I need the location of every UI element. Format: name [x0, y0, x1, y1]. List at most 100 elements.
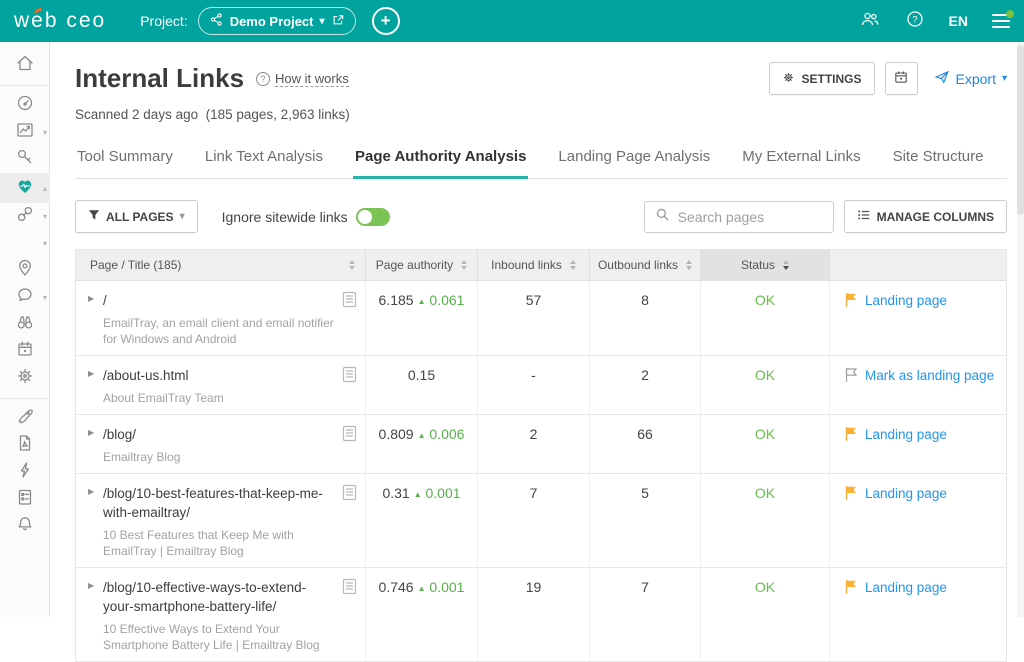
- menu-icon[interactable]: [992, 14, 1010, 28]
- sidebar-item-pdf-report[interactable]: [0, 432, 50, 459]
- sidebar-item-bell[interactable]: [0, 513, 50, 540]
- tab-site-structure[interactable]: Site Structure: [891, 142, 986, 178]
- document-icon[interactable]: [342, 291, 357, 347]
- funnel-icon: [88, 209, 100, 224]
- sort-icon[interactable]: [783, 260, 789, 270]
- vertical-scrollbar[interactable]: [1017, 42, 1024, 617]
- page-title-text: 10 Effective Ways to Extend Your Smartph…: [103, 621, 334, 653]
- scan-summary: Scanned 2 days ago (185 pages, 2,963 lin…: [75, 107, 1007, 122]
- schedule-button[interactable]: [885, 62, 918, 95]
- sidebar-item-local-pin[interactable]: [0, 257, 50, 284]
- expand-row-icon[interactable]: ▶: [88, 291, 103, 347]
- page-title-text: 10 Best Features that Keep Me with Email…: [103, 527, 334, 559]
- sidebar-item-links-chain[interactable]: ▾: [0, 203, 50, 230]
- landing-page-action[interactable]: Mark as landing page: [865, 367, 994, 384]
- export-button[interactable]: Export ▾: [934, 69, 1008, 88]
- sidebar-item-rankings-chart[interactable]: ▾: [0, 119, 50, 146]
- ignore-sitewide-toggle[interactable]: [356, 208, 390, 226]
- page-url[interactable]: /: [103, 291, 334, 310]
- sidebar-item-calendar[interactable]: [0, 338, 50, 365]
- authority-delta: ▲ 0.001: [414, 485, 461, 501]
- document-icon[interactable]: [342, 425, 357, 465]
- tab-my-external-links[interactable]: My External Links: [740, 142, 862, 178]
- landing-page-action[interactable]: Landing page: [865, 485, 947, 502]
- sidebar-item-social-chat[interactable]: ▾: [0, 284, 50, 311]
- table-row: ▶ /blog/10-effective-ways-to-extend-your…: [76, 568, 1007, 662]
- sidebar-item-rocket[interactable]: [0, 405, 50, 432]
- authority-delta: ▲ 0.006: [418, 426, 465, 442]
- sidebar-item-checklist[interactable]: [0, 486, 50, 513]
- document-icon[interactable]: [342, 484, 357, 559]
- page-url[interactable]: /blog/10-effective-ways-to-extend-your-s…: [103, 578, 334, 616]
- sort-icon[interactable]: [686, 260, 692, 270]
- document-icon[interactable]: [342, 578, 357, 653]
- page-url[interactable]: /about-us.html: [103, 366, 334, 385]
- inbound-links-value: -: [478, 356, 590, 415]
- sidebar-item-dashboard-gauge[interactable]: [0, 92, 50, 119]
- svg-text:?: ?: [912, 14, 917, 25]
- up-arrow-icon: ▲: [418, 297, 426, 306]
- inbound-links-value: 2: [478, 415, 590, 474]
- search-icon: [655, 207, 670, 227]
- expand-row-icon[interactable]: ▶: [88, 366, 103, 406]
- main-content: Internal Links ? How it works SETTINGS E…: [50, 42, 1024, 662]
- all-pages-filter-button[interactable]: ALL PAGES ▾: [75, 200, 198, 233]
- dashboard-gauge-icon: [15, 93, 35, 118]
- sidebar-item-traffic-bars[interactable]: ▾: [0, 230, 50, 257]
- language-selector[interactable]: EN: [949, 13, 968, 29]
- local-pin-icon: [15, 258, 35, 283]
- scrollbar-thumb[interactable]: [1017, 45, 1024, 215]
- landing-page-action[interactable]: Landing page: [865, 426, 947, 443]
- how-it-works-link[interactable]: ? How it works: [256, 71, 349, 87]
- rocket-icon: [15, 406, 35, 431]
- sidebar-item-bolt[interactable]: [0, 459, 50, 486]
- expand-row-icon[interactable]: ▶: [88, 484, 103, 559]
- expand-row-icon[interactable]: ▶: [88, 425, 103, 465]
- column-header-outbound-links[interactable]: Outbound links: [590, 250, 701, 281]
- sidebar-item-site-health-heart[interactable]: ▴: [0, 173, 50, 203]
- sidebar-item-keywords-key[interactable]: [0, 146, 50, 173]
- add-project-button[interactable]: +: [372, 7, 400, 35]
- sidebar-item-settings-gear[interactable]: [0, 365, 50, 392]
- flag-icon: [844, 426, 858, 445]
- external-link-icon[interactable]: [331, 13, 345, 30]
- flag-icon: [844, 485, 858, 504]
- social-chat-icon: [15, 285, 35, 310]
- chevron-down-icon: ▾: [43, 128, 47, 137]
- tab-landing-page-analysis[interactable]: Landing Page Analysis: [556, 142, 712, 178]
- search-input[interactable]: [678, 209, 823, 225]
- sort-icon[interactable]: [349, 260, 355, 270]
- landing-page-action[interactable]: Landing page: [865, 579, 947, 596]
- tab-tool-summary[interactable]: Tool Summary: [75, 142, 175, 178]
- page-title-text: EmailTray, an email client and email not…: [103, 315, 334, 347]
- expand-row-icon[interactable]: ▶: [88, 578, 103, 653]
- settings-button[interactable]: SETTINGS: [769, 62, 874, 95]
- manage-columns-button[interactable]: MANAGE COLUMNS: [844, 200, 1007, 233]
- page-url[interactable]: /blog/: [103, 425, 334, 444]
- notification-dot: [1006, 10, 1014, 18]
- chevron-down-icon: ▾: [43, 239, 47, 248]
- up-arrow-icon: ▲: [418, 431, 426, 440]
- sidebar-item-competitors-binoculars[interactable]: [0, 311, 50, 338]
- up-arrow-icon: ▲: [414, 490, 422, 499]
- project-selector[interactable]: Demo Project ▾: [198, 7, 356, 35]
- table-row: ▶ /about-us.html About EmailTray Team 0.…: [76, 356, 1007, 415]
- outbound-links-value: 7: [590, 568, 701, 662]
- page-title: Internal Links: [75, 63, 244, 94]
- document-icon[interactable]: [342, 366, 357, 406]
- column-header-page-authority[interactable]: Page authority: [366, 250, 478, 281]
- sidebar-item-home[interactable]: [0, 52, 50, 79]
- column-header-inbound-links[interactable]: Inbound links: [478, 250, 590, 281]
- column-header-status[interactable]: Status: [701, 250, 830, 281]
- landing-page-action[interactable]: Landing page: [865, 292, 947, 309]
- table-row: ▶ /blog/10-best-features-that-keep-me-wi…: [76, 474, 1007, 568]
- users-icon[interactable]: [859, 9, 881, 34]
- help-icon[interactable]: ?: [905, 9, 925, 34]
- tab-page-authority-analysis[interactable]: Page Authority Analysis: [353, 142, 528, 179]
- column-header-page-title-185-[interactable]: Page / Title (185): [76, 250, 366, 281]
- page-url[interactable]: /blog/10-best-features-that-keep-me-with…: [103, 484, 334, 522]
- sort-icon[interactable]: [461, 260, 467, 270]
- sort-icon[interactable]: [570, 260, 576, 270]
- webceo-logo: web ceo: [14, 9, 106, 33]
- tab-link-text-analysis[interactable]: Link Text Analysis: [203, 142, 325, 178]
